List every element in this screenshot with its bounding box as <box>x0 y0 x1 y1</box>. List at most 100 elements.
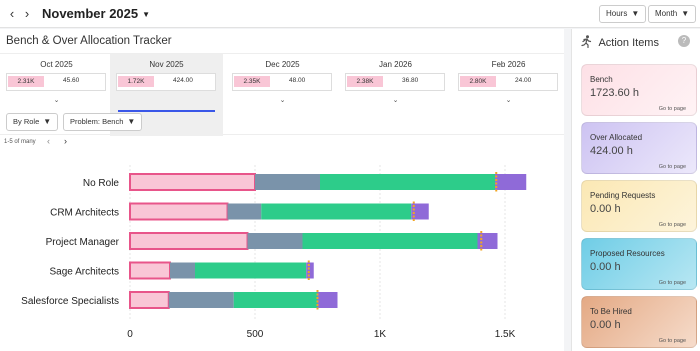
period-select-label: Month <box>655 9 678 19</box>
category-label: Project Manager <box>46 237 120 248</box>
card-value: 0.00 h <box>590 261 621 273</box>
x-tick-label: 0 <box>127 329 133 340</box>
bar-segment <box>317 292 338 308</box>
caret-down-icon: ▼ <box>681 9 690 18</box>
category-label: No Role <box>83 178 120 189</box>
period-select[interactable]: Month ▼ <box>648 5 697 23</box>
allocation-bar-chart: No Role CRM Architects Project Manager Sage… <box>21 165 527 340</box>
month-name: Dec 2025 <box>265 60 300 69</box>
person-running-icon <box>581 35 592 49</box>
pager-prev-icon[interactable]: ‹ <box>47 136 50 146</box>
over-value: 424.00 <box>173 77 193 84</box>
bar-segment <box>129 291 170 309</box>
action-card-to-be-hired[interactable]: To Be Hired 0.00 h Go to page <box>581 296 697 348</box>
month-stats: 2.35K 48.00 <box>232 73 332 91</box>
problem-filter-select[interactable]: Problem: Bench ▼ <box>63 113 143 131</box>
go-to-page-link[interactable]: Go to page <box>659 106 686 112</box>
caret-down-icon: ▼ <box>43 117 52 127</box>
go-to-page-link[interactable]: Go to page <box>659 338 686 344</box>
x-tick-label: 500 <box>247 329 264 340</box>
month-name: Feb 2026 <box>491 60 526 69</box>
caret-down-icon: ▼ <box>631 9 640 18</box>
over-value: 24.00 <box>515 77 532 84</box>
pager-next-icon[interactable]: › <box>64 136 67 146</box>
bar-segment <box>247 233 303 249</box>
over-value: 36.80 <box>402 77 419 84</box>
month-name: Oct 2025 <box>40 60 73 69</box>
month-card-feb-2026[interactable]: Feb 2026 2.80K 24.00 ⌄ <box>452 54 565 136</box>
bar-segment <box>129 173 256 191</box>
month-stats: 2.80K 24.00 <box>458 73 558 91</box>
bar-segment <box>233 292 318 308</box>
month-name: Jan 2026 <box>379 60 412 69</box>
category-label: Salesforce Specialists <box>21 296 119 307</box>
card-title: Proposed Resources <box>590 249 665 258</box>
bar-segment <box>495 174 527 190</box>
card-title: To Be Hired <box>590 307 632 316</box>
group-by-select[interactable]: By Role ▼ <box>6 113 59 131</box>
bar-segment <box>261 203 412 220</box>
go-to-page-link[interactable]: Go to page <box>659 222 686 228</box>
x-tick-label: 1K <box>374 329 387 340</box>
card-value: 0.00 h <box>590 203 621 215</box>
bar-segment <box>129 261 171 280</box>
hours-select[interactable]: Hours ▼ <box>599 5 647 23</box>
action-card-bench[interactable]: Bench 1723.60 h Go to page <box>581 64 697 116</box>
go-to-page-link[interactable]: Go to page <box>659 164 686 170</box>
chevron-down-icon[interactable]: ⌄ <box>452 96 565 104</box>
bar-segment <box>170 262 195 279</box>
action-card-proposed-resources[interactable]: Proposed Resources 0.00 h Go to page <box>581 238 697 290</box>
action-items-header: Action Items <box>580 35 659 49</box>
bench-value: 1.72K <box>118 76 154 87</box>
bar-segment <box>227 203 262 220</box>
month-name: Nov 2025 <box>149 60 184 69</box>
chevron-right-icon[interactable]: › <box>20 6 34 22</box>
card-title: Bench <box>590 75 613 84</box>
bar-segment <box>320 174 495 190</box>
bench-value: 2.31K <box>8 76 44 87</box>
month-selector[interactable]: November 2025 ▼ <box>42 6 150 21</box>
tracker-panel: Bench & Over Allocation Tracker Oct 2025… <box>0 29 564 351</box>
month-stats: 2.31K 45.60 <box>6 73 106 91</box>
month-title: November 2025 <box>42 6 139 21</box>
action-items-panel: Action Items ? Bench 1723.60 h Go to pag… <box>571 29 700 351</box>
card-value: 1723.60 h <box>590 87 639 99</box>
bar-segment <box>302 233 478 249</box>
help-icon[interactable]: ? <box>678 35 690 47</box>
hours-select-label: Hours <box>606 9 628 19</box>
bar-segment <box>255 174 320 190</box>
caret-down-icon: ▼ <box>142 10 151 20</box>
caret-down-icon: ▼ <box>127 117 136 127</box>
month-card-jan-2026[interactable]: Jan 2026 2.38K 36.80 ⌄ <box>339 54 452 136</box>
pager-label: 1-5 of many <box>4 139 36 145</box>
bar-segment <box>168 292 234 308</box>
bar-segment <box>129 232 249 250</box>
x-tick-label: 1.5K <box>495 329 516 340</box>
card-value: 0.00 h <box>590 319 621 331</box>
action-items-title: Action Items <box>598 37 659 49</box>
panel-title: Bench & Over Allocation Tracker <box>6 35 172 47</box>
group-by-label: By Role <box>13 117 40 126</box>
month-stats: 2.38K 36.80 <box>345 73 445 91</box>
chevron-down-icon[interactable]: ⌄ <box>0 96 113 104</box>
chevron-down-icon[interactable]: ⌄ <box>226 96 339 104</box>
go-to-page-link[interactable]: Go to page <box>659 280 686 286</box>
card-value: 424.00 h <box>590 145 633 157</box>
over-value: 48.00 <box>289 77 306 84</box>
action-card-over-allocated[interactable]: Over Allocated 424.00 h Go to page <box>581 122 697 174</box>
month-stats: 1.72K 424.00 <box>116 73 216 91</box>
month-card-dec-2025[interactable]: Dec 2025 2.35K 48.00 ⌄ <box>226 54 339 136</box>
bar-segment <box>195 262 307 279</box>
action-card-pending-requests[interactable]: Pending Requests 0.00 h Go to page <box>581 180 697 232</box>
card-title: Over Allocated <box>590 133 643 142</box>
chevron-down-icon[interactable]: ⌄ <box>339 96 452 104</box>
bench-value: 2.38K <box>347 76 383 87</box>
bench-value: 2.80K <box>460 76 496 87</box>
chevron-left-icon[interactable]: ‹ <box>5 6 19 22</box>
bar-segment <box>306 262 314 279</box>
bench-value: 2.35K <box>234 76 270 87</box>
top-bar: ‹ › November 2025 ▼ Hours ▼ Month ▼ <box>0 0 700 28</box>
problem-filter-label: Problem: Bench <box>70 117 124 126</box>
bar-segment <box>129 202 229 221</box>
category-label: CRM Architects <box>50 208 119 219</box>
